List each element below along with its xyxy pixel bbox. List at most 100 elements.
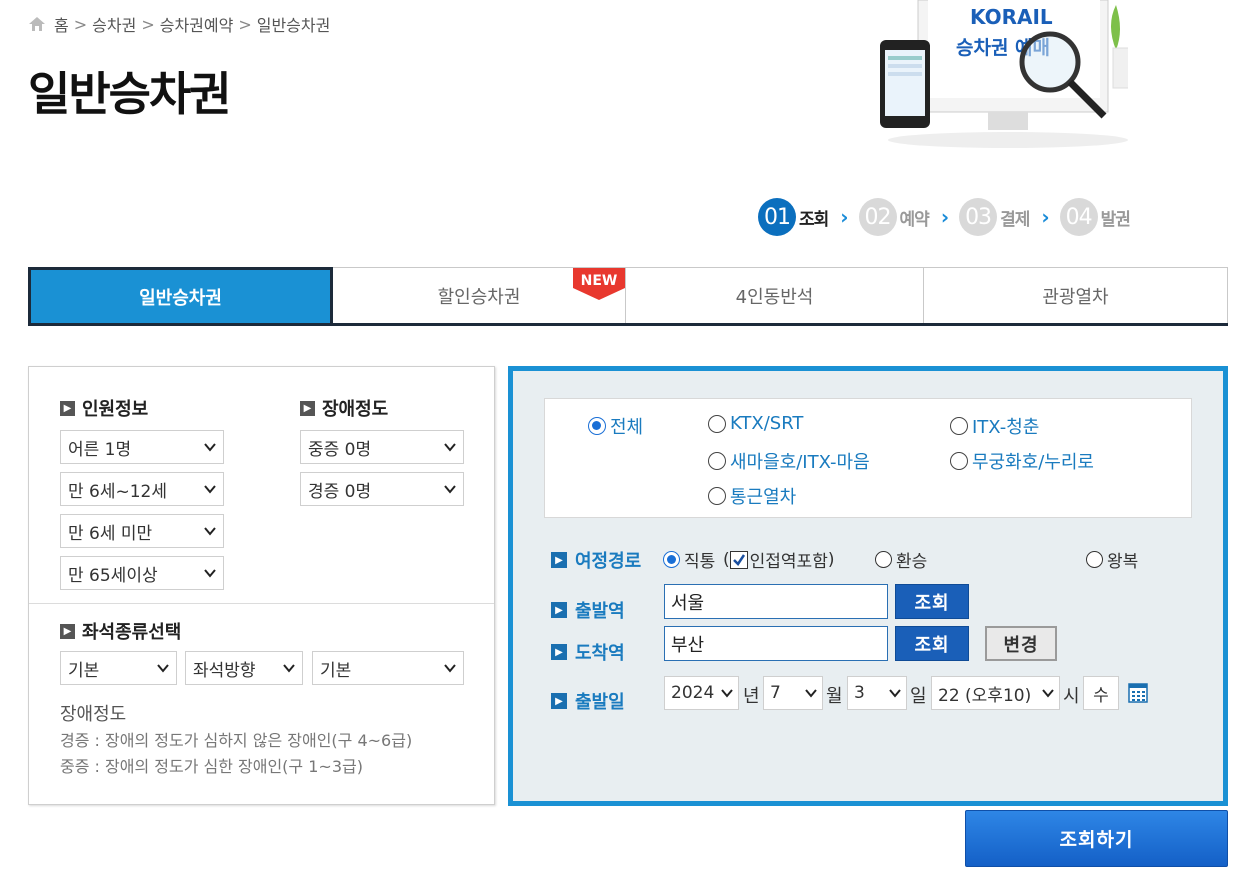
disability-info-heading: 장애정도 (60, 704, 127, 725)
home-icon[interactable] (28, 16, 46, 32)
child-count-select[interactable]: 만 6세~12세 (60, 472, 224, 506)
step-label: 결제 (1000, 209, 1030, 230)
passenger-section-title: ▶ 인원정보 (60, 395, 148, 421)
calendar-icon[interactable] (1128, 683, 1148, 703)
arrival-search-button[interactable]: 조회 (895, 626, 969, 661)
hour-select[interactable]: 22 (오후10) (931, 676, 1060, 710)
year-unit: 년 (743, 686, 760, 707)
step-reserve: 02 예약 › (858, 198, 950, 236)
weekday-display: 수 (1083, 676, 1119, 710)
chevron-down-icon (805, 689, 817, 698)
swap-stations-button[interactable]: 변경 (985, 626, 1057, 661)
arrow-right-icon: ▶ (300, 400, 315, 416)
seat-section-title: ▶ 좌석종류선택 (60, 618, 181, 644)
tab-group-seat[interactable]: 4인동반석 (626, 267, 924, 323)
seat-title: 좌석종류선택 (82, 622, 182, 643)
train-type-mugunghwa[interactable]: 무궁화호/누리로 (950, 448, 1094, 474)
breadcrumb-current: 일반승차권 (256, 16, 331, 35)
step-label: 발권 (1100, 209, 1131, 230)
adult-count-select[interactable]: 어른 1명 (60, 430, 224, 464)
select-value: 22 (오후10) (938, 685, 1032, 706)
radio (1086, 551, 1103, 568)
radio-label: 통근열차 (730, 487, 797, 508)
departure-search-button[interactable]: 조회 (895, 584, 969, 619)
chevron-down-icon (204, 443, 216, 452)
hero-brand: KORAIL (970, 5, 1053, 29)
arrival-station-input[interactable]: 부산 (664, 626, 888, 661)
radio (708, 414, 726, 433)
breadcrumb-separator: > (238, 14, 252, 34)
breadcrumb-ticket[interactable]: 승차권 (92, 12, 136, 36)
disability-info-mild: 경증 : 장애의 정도가 심하지 않은 장애인(구 4~6급) (60, 731, 413, 750)
arrow-right-icon: ▶ (551, 693, 567, 709)
senior-count-select[interactable]: 만 65세이상 (60, 556, 224, 590)
tab-label: 할인승차권 (437, 286, 521, 308)
route-direct[interactable]: 직통 (663, 547, 715, 572)
day-select[interactable]: 3 (847, 676, 907, 710)
route-roundtrip[interactable]: 왕복 (1086, 547, 1138, 572)
select-value: 2024 (671, 683, 715, 703)
chevron-down-icon (283, 664, 295, 673)
passenger-title: 인원정보 (82, 399, 149, 420)
radio (950, 417, 968, 435)
departure-label: ▶ 출발역 (551, 597, 625, 623)
tab-tour-train[interactable]: 관광열차 (924, 267, 1228, 323)
chevron-right-icon: › (1041, 205, 1050, 229)
train-type-all[interactable]: 전체 (588, 413, 643, 439)
chevron-down-icon (889, 689, 901, 698)
step-payment: 03 결제 › (959, 198, 1050, 236)
train-type-commuter[interactable]: 통근열차 (708, 483, 796, 509)
tab-general-ticket[interactable]: 일반승차권 (28, 267, 333, 323)
chevron-down-icon (157, 664, 169, 673)
arrow-right-icon: ▶ (551, 602, 567, 618)
chevron-down-icon (204, 527, 216, 536)
arrow-right-icon: ▶ (551, 644, 567, 660)
radio-selected (588, 417, 606, 435)
arrow-right-icon: ▶ (60, 623, 75, 639)
date-label-text: 출발일 (575, 692, 625, 713)
year-select[interactable]: 2024 (664, 676, 739, 710)
select-value: 만 6세~12세 (68, 481, 168, 502)
radio (950, 452, 968, 470)
date-label: ▶ 출발일 (551, 688, 625, 714)
radio-label: KTX/SRT (730, 413, 804, 434)
radio-label: 새마을호/ITX-마음 (730, 452, 870, 473)
breadcrumb-home[interactable]: 홈 (54, 12, 69, 36)
radio (875, 551, 892, 568)
select-value: 기본 (68, 660, 100, 681)
chevron-down-icon (204, 485, 216, 494)
breadcrumb-reservation[interactable]: 승차권예약 (160, 12, 234, 36)
mild-disability-select[interactable]: 경증 0명 (300, 472, 464, 506)
day-unit: 일 (910, 686, 927, 707)
chevron-right-icon: › (940, 205, 950, 229)
hero-illustration: KORAIL 승차권 예매 (880, 0, 1128, 148)
new-badge: NEW (573, 268, 625, 300)
train-type-ktx[interactable]: KTX/SRT (708, 413, 803, 434)
radio-selected (663, 551, 680, 568)
select-value: 만 65세이상 (68, 565, 158, 586)
step-number: 02 (858, 198, 897, 236)
seat-direction-select[interactable]: 좌석방향 (185, 651, 303, 685)
arrival-label: ▶ 도착역 (551, 639, 625, 665)
search-submit-button[interactable]: 조회하기 (965, 810, 1228, 867)
select-value: 기본 (320, 660, 352, 681)
train-type-saemaeul[interactable]: 새마을호/ITX-마음 (708, 448, 870, 474)
breadcrumb-separator: > (73, 14, 88, 34)
arrow-right-icon: ▶ (551, 552, 567, 568)
train-type-group: 전체 KTX/SRT ITX-청춘 새마을호/ITX-마음 무궁화호/누리로 통… (544, 398, 1192, 518)
severe-disability-select[interactable]: 중증 0명 (300, 430, 464, 464)
ticket-tabs: 일반승차권 할인승차권 NEW 4인동반석 관광열차 (28, 267, 1228, 326)
month-select[interactable]: 7 (763, 676, 823, 710)
seat-type-select[interactable]: 기본 (60, 651, 177, 685)
select-value: 만 6세 미만 (68, 523, 153, 544)
departure-station-input[interactable]: 서울 (664, 584, 888, 619)
infant-count-select[interactable]: 만 6세 미만 (60, 514, 224, 548)
train-type-itx-cheongchun[interactable]: ITX-청춘 (950, 413, 1039, 439)
route-nearby-checkbox[interactable]: ( 인접역포함 ) (723, 547, 834, 573)
route-transfer[interactable]: 환승 (875, 547, 927, 572)
arrow-right-icon: ▶ (60, 400, 75, 416)
select-value: 좌석방향 (193, 660, 256, 681)
tab-discount-ticket[interactable]: 할인승차권 NEW (333, 267, 626, 323)
seat-position-select[interactable]: 기본 (312, 651, 464, 685)
chevron-down-icon (444, 664, 456, 673)
